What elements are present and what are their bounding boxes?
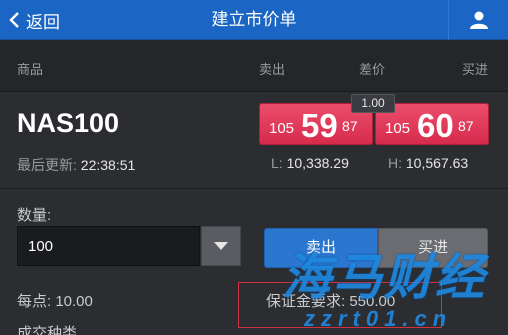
quantity-dropdown-button[interactable] [201,226,241,266]
column-sell: 卖出 [259,62,286,77]
quantity-input[interactable]: 100 [17,226,200,266]
page-title: 建立市价单 [211,10,297,29]
column-header: 商品 卖出 差价 买进 [0,40,508,92]
buy-toggle[interactable]: 买进 [378,228,488,268]
account-button[interactable] [448,0,508,40]
column-buy: 买进 [462,62,489,77]
high-price: H: 10,567.63 [388,155,468,171]
high-label: H: [388,155,402,171]
low-value: 10,338.29 [286,155,349,171]
column-product: 商品 [17,62,44,77]
column-spread: 差价 [359,62,386,77]
buy-price-big: 60 [417,107,454,144]
buy-price-prefix: 105 [385,120,411,137]
chevron-left-icon [9,12,19,28]
sell-price-big: 59 [301,107,338,144]
top-bar: 返回 建立市价单 [0,0,508,40]
sell-price-suffix: 87 [342,118,358,134]
caret-down-icon [214,242,228,250]
back-label: 返回 [26,12,60,32]
low-label: L: [271,155,283,171]
sell-price-prefix: 105 [269,120,295,137]
instrument-symbol: NAS100 [17,108,120,138]
per-point-value: 每点: 10.00 [17,293,93,310]
last-update-label: 最后更新: [17,157,77,173]
margin-highlight-box [238,282,442,328]
trade-type-label: 成交种类 [17,325,78,335]
back-button[interactable]: 返回 [0,0,68,40]
high-value: 10,567.63 [405,155,469,171]
last-update-time: 22:38:51 [80,157,136,173]
low-price: L: 10,338.29 [271,155,349,171]
buy-price-suffix: 87 [458,118,474,134]
divider [0,188,508,189]
user-icon [469,11,488,29]
quantity-label: 数量: [17,207,52,224]
last-update: 最后更新: 22:38:51 [17,155,135,175]
sell-toggle[interactable]: 卖出 [264,228,378,268]
spread-badge: 1.00 [351,94,395,113]
